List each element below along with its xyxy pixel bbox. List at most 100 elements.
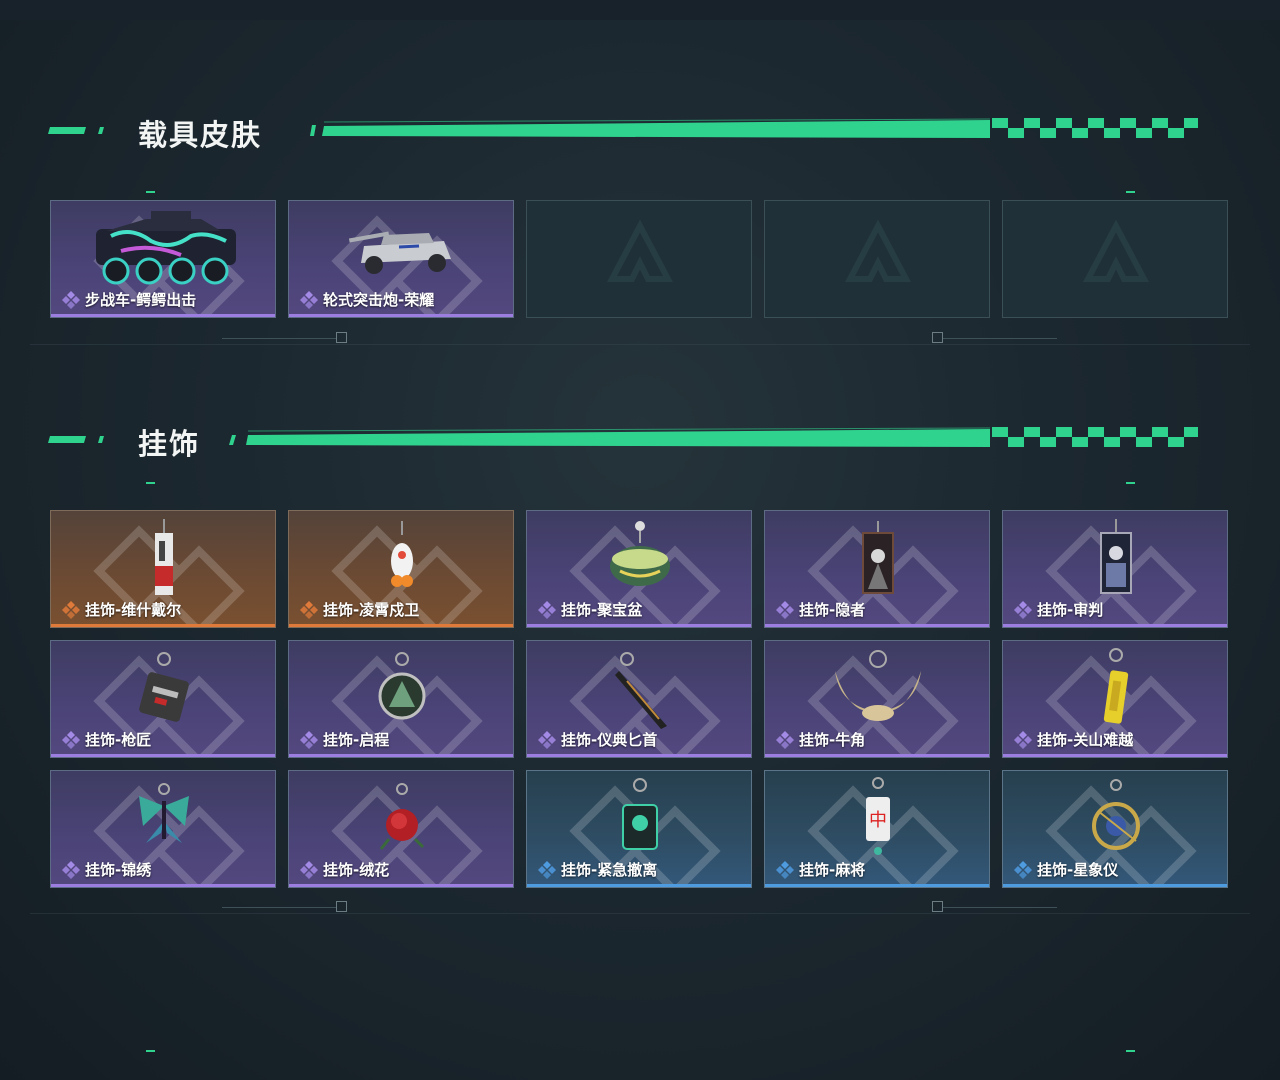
accent-tick xyxy=(146,1050,155,1052)
item-label: 挂饰-牛角 xyxy=(799,731,866,749)
rarity-diamond-icon xyxy=(61,600,81,620)
departure-medal-charm-icon xyxy=(378,652,426,720)
item-card[interactable]: 轮式突击炮-荣耀 xyxy=(288,200,514,318)
top-bar xyxy=(0,0,1280,20)
item-card[interactable]: 挂饰-聚宝盆 xyxy=(526,510,752,628)
rarity-diamond-icon xyxy=(299,730,319,750)
rarity-bar xyxy=(289,754,513,757)
accent-tick xyxy=(1126,1050,1135,1052)
rarity-bar xyxy=(51,314,275,317)
judgement-card-charm-icon xyxy=(1100,519,1132,594)
item-card[interactable]: 挂饰-紧急撤离 xyxy=(526,770,752,888)
item-label: 挂饰-锦绣 xyxy=(85,861,152,879)
rarity-diamond-icon xyxy=(775,730,795,750)
rarity-diamond-icon xyxy=(299,290,319,310)
item-label: 挂饰-绒花 xyxy=(323,861,390,879)
rarity-bar xyxy=(51,884,275,887)
item-card[interactable]: 挂饰-枪匠 xyxy=(50,640,276,758)
accent-tick xyxy=(1126,191,1135,193)
item-card[interactable]: 挂饰-隐者 xyxy=(764,510,990,628)
rarity-bar xyxy=(1003,624,1227,627)
rarity-bar xyxy=(289,624,513,627)
astrolabe-charm-icon xyxy=(1092,779,1140,850)
rarity-diamond-icon xyxy=(775,860,795,880)
item-card[interactable]: 挂饰-审判 xyxy=(1002,510,1228,628)
item-label: 挂饰-聚宝盆 xyxy=(561,601,643,619)
rarity-bar xyxy=(51,754,275,757)
mahjong-tile-charm-icon: 中 xyxy=(866,777,890,855)
rarity-diamond-icon xyxy=(537,730,557,750)
frame-line xyxy=(222,907,337,908)
rarity-diamond-icon xyxy=(775,600,795,620)
item-label: 步战车-鳄鳄出击 xyxy=(85,291,197,309)
item-label: 挂饰-枪匠 xyxy=(85,731,152,749)
hermit-card-charm-icon xyxy=(862,521,894,594)
placeholder-logo-icon xyxy=(607,219,673,282)
ceremonial-dagger-charm-icon xyxy=(615,652,667,729)
svg-text:中: 中 xyxy=(869,810,887,830)
placeholder-logo-icon xyxy=(845,219,911,282)
section-header-vehicle-skins: 载具皮肤 xyxy=(0,112,1280,152)
item-card[interactable]: 挂饰-牛角 xyxy=(764,640,990,758)
rarity-bar xyxy=(527,884,751,887)
item-card[interactable]: 挂饰-启程 xyxy=(288,640,514,758)
empty-slot xyxy=(1002,200,1228,318)
armored-vehicle-graffiti-icon xyxy=(96,211,236,285)
item-label: 轮式突击炮-荣耀 xyxy=(323,291,435,309)
rarity-diamond-icon xyxy=(61,290,81,310)
section-header-charms: 挂饰 xyxy=(0,421,1280,461)
item-card[interactable]: 步战车-鳄鳄出击 xyxy=(50,200,276,318)
rarity-diamond-icon xyxy=(61,860,81,880)
accent-tick xyxy=(146,482,155,484)
frame-square xyxy=(932,901,943,912)
item-card[interactable]: 挂饰-凌霄戍卫 xyxy=(288,510,514,628)
bull-horn-charm-icon xyxy=(835,650,921,721)
frame-line xyxy=(30,913,1250,914)
gold-bar-charm-icon xyxy=(1103,648,1129,724)
butterfly-charm-icon xyxy=(139,783,189,843)
guardian-charm-icon xyxy=(391,521,413,587)
item-card[interactable]: 挂饰-绒花 xyxy=(288,770,514,888)
item-card[interactable]: 挂饰-维什戴尔 xyxy=(50,510,276,628)
figure-charm-icon xyxy=(155,519,173,595)
item-label: 挂饰-维什戴尔 xyxy=(85,601,182,619)
rarity-bar xyxy=(51,624,275,627)
rarity-diamond-icon xyxy=(1013,730,1033,750)
item-card[interactable]: 中挂饰-麻将 xyxy=(764,770,990,888)
item-label: 挂饰-麻将 xyxy=(799,861,866,879)
rarity-bar xyxy=(765,754,989,757)
frame-line xyxy=(222,338,337,339)
empty-slot xyxy=(526,200,752,318)
frame-square xyxy=(336,901,347,912)
rarity-bar xyxy=(1003,754,1227,757)
rarity-bar xyxy=(527,624,751,627)
item-card[interactable]: 挂饰-锦绣 xyxy=(50,770,276,888)
item-card[interactable]: 挂饰-星象仪 xyxy=(1002,770,1228,888)
gunsmith-tag-charm-icon xyxy=(139,652,189,722)
rarity-bar xyxy=(527,754,751,757)
emergency-exit-charm-icon xyxy=(622,778,658,850)
rarity-bar xyxy=(289,314,513,317)
placeholder-logo-icon xyxy=(1083,219,1149,282)
item-label: 挂饰-隐者 xyxy=(799,601,866,619)
frame-line xyxy=(30,344,1250,345)
rose-charm-icon xyxy=(379,783,425,850)
accent-tick xyxy=(1126,482,1135,484)
rarity-diamond-icon xyxy=(61,730,81,750)
section-title: 挂饰 xyxy=(138,427,201,461)
item-label: 挂饰-仪典匕首 xyxy=(561,731,658,749)
item-label: 挂饰-审判 xyxy=(1037,601,1104,619)
item-card[interactable]: 挂饰-仪典匕首 xyxy=(526,640,752,758)
item-label: 挂饰-启程 xyxy=(323,731,390,749)
frame-line xyxy=(942,907,1057,908)
rarity-bar xyxy=(1003,884,1227,887)
rarity-bar xyxy=(765,884,989,887)
accent-tick xyxy=(146,191,155,193)
rarity-diamond-icon xyxy=(299,860,319,880)
empty-slot xyxy=(764,200,990,318)
item-card[interactable]: 挂饰-关山难越 xyxy=(1002,640,1228,758)
rarity-bar xyxy=(289,884,513,887)
item-label: 挂饰-关山难越 xyxy=(1037,731,1134,749)
frame-square xyxy=(336,332,347,343)
frame-square xyxy=(932,332,943,343)
